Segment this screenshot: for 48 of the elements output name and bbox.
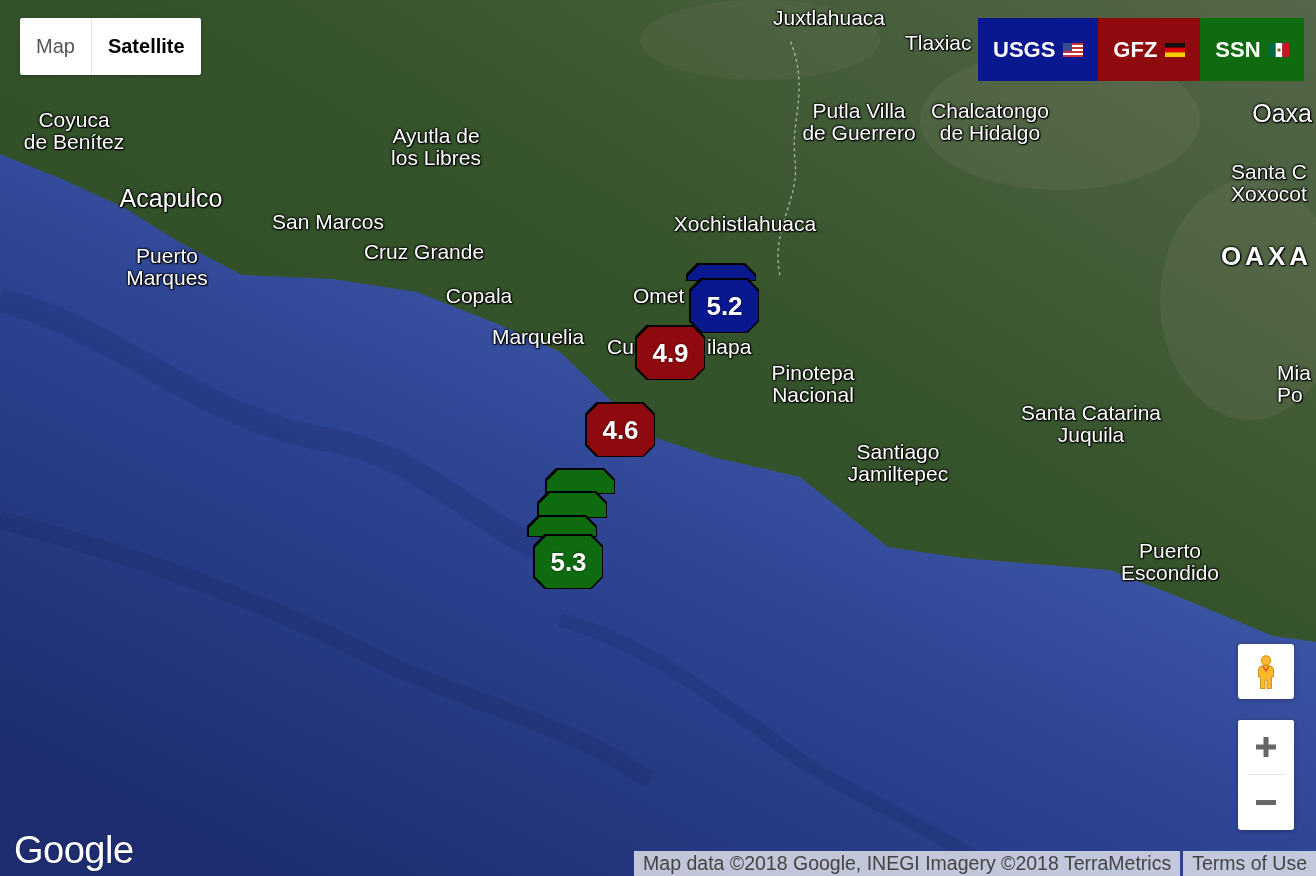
place-label: Juxtlahuaca [772,7,886,29]
place-label: Cu [607,336,634,358]
place-label: Putla Villa de Guerrero [802,100,916,144]
map-logo: Google [14,829,134,872]
earthquake-marker[interactable]: 5.3 [535,536,602,588]
street-view-button[interactable] [1238,644,1294,699]
place-label: Pinotepa Nacional [771,362,855,406]
place-label: ilapa [707,336,752,358]
flag-icon [1268,42,1289,57]
place-label: Mia Po [1277,362,1311,406]
place-label: Santa Catarina Juquila [1020,402,1162,446]
place-label: Acapulco [119,184,223,212]
earthquake-marker[interactable]: 4.6 [587,404,654,456]
place-label: Oaxa [1252,99,1312,127]
place-label: Ayutla de los Libres [391,125,481,169]
place-label: Coyuca de Benítez [23,109,125,153]
earthquake-marker[interactable] [529,517,596,536]
minus-icon [1256,799,1276,805]
earthquake-marker[interactable]: 5.2 [691,280,758,332]
place-label: Marquelia [491,326,585,348]
place-label: OAXA [1220,245,1312,267]
attribution-text: Map data ©2018 Google, INEGI Imagery ©2018 TerraMetrics [634,851,1181,876]
place-label: Puerto Escondido [1120,540,1220,584]
earthquake-marker[interactable] [547,470,614,493]
terms-link[interactable]: Terms of Use [1183,851,1316,876]
place-label: Omet [633,285,685,307]
place-label: Puerto Marques [126,245,208,289]
place-label: Cruz Grande [363,241,485,263]
place-label: San Marcos [272,211,384,233]
place-label: Santiago Jamiltepec [847,441,949,485]
place-label: Chalcatongo de Hidalgo [931,100,1049,144]
person-icon [1258,654,1274,689]
place-label: Copala [445,285,513,307]
earthquake-marker[interactable] [539,493,606,517]
agency-button[interactable]: SSN [1200,18,1304,81]
agency-button[interactable]: USGS [978,18,1099,81]
map-type-tab[interactable]: Satellite [91,18,201,75]
place-label: Tlaxiac [905,32,972,54]
place-label: Xochistlahuaca [673,213,817,235]
map-type-tab[interactable]: Map [20,18,91,75]
earthquake-marker[interactable]: 4.9 [637,327,704,379]
zoom-in-button[interactable] [1238,720,1294,774]
flag-icon [1063,42,1084,57]
plus-icon [1256,737,1276,757]
flag-icon [1165,42,1186,57]
place-label: Santa C Xoxocot [1231,161,1307,205]
agency-button[interactable]: GFZ [1098,18,1201,81]
zoom-out-button[interactable] [1238,775,1294,829]
